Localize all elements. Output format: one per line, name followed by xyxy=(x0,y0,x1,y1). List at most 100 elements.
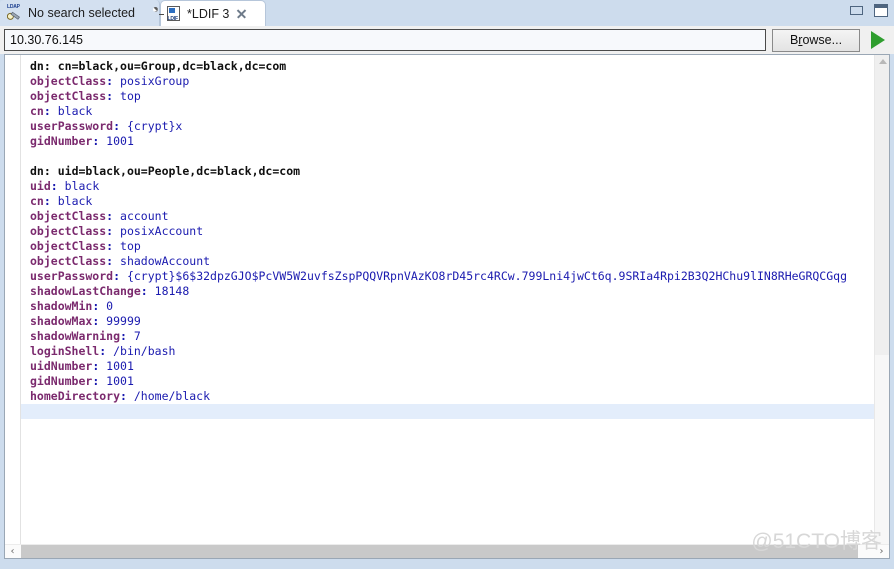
maximize-icon[interactable] xyxy=(874,4,888,17)
ldif-colon: : xyxy=(44,104,58,118)
horizontal-scrollbar-thumb[interactable] xyxy=(21,545,858,558)
ldif-dn-line[interactable]: dn: cn=black,ou=Group,dc=black,dc=com xyxy=(21,59,874,74)
ldif-dn-line[interactable]: dn: uid=black,ou=People,dc=black,dc=com xyxy=(21,164,874,179)
ldif-attribute-value: /bin/bash xyxy=(113,344,175,358)
ldif-attribute-value: 7 xyxy=(134,329,141,343)
ldif-colon: : xyxy=(92,374,106,388)
magnifier-glyph xyxy=(7,10,22,20)
ldif-attribute-value: account xyxy=(120,209,168,223)
ldif-attribute-line[interactable]: objectClass: posixAccount xyxy=(21,224,874,239)
ldap-browser-window: LDAP No search selected LDIF *LDIF 3 xyxy=(0,0,894,569)
ldif-attribute-value: /home/black xyxy=(134,389,210,403)
vertical-scrollbar-thumb[interactable] xyxy=(875,55,890,355)
ldif-attribute-name: uid xyxy=(30,179,51,193)
ldif-editor: dn: cn=black,ou=Group,dc=black,dc=comobj… xyxy=(4,54,890,559)
close-icon[interactable] xyxy=(236,8,247,19)
ldif-attribute-line[interactable]: shadowWarning: 7 xyxy=(21,329,874,344)
ldif-colon: : xyxy=(113,269,127,283)
ldif-attribute-value: 0 xyxy=(106,299,113,313)
ldif-attribute-line[interactable]: shadowMin: 0 xyxy=(21,299,874,314)
editor-gutter[interactable] xyxy=(5,55,21,558)
ldif-attribute-name: gidNumber xyxy=(30,374,92,388)
ldif-attribute-value: cn=black,ou=Group,dc=black,dc=com xyxy=(58,59,286,73)
tab-ldif-3[interactable]: LDIF *LDIF 3 xyxy=(160,0,266,26)
ldif-attribute-name: shadowMin xyxy=(30,299,92,313)
ldif-colon: : xyxy=(44,164,58,178)
tab-label: *LDIF 3 xyxy=(187,7,229,21)
chevron-up-icon[interactable] xyxy=(879,59,887,64)
tab-bar: LDAP No search selected LDIF *LDIF 3 xyxy=(0,0,894,26)
ldif-attribute-name: objectClass xyxy=(30,89,106,103)
ldif-document-icon-label: LDIF xyxy=(168,16,178,22)
ldif-attribute-line[interactable]: homeDirectory: /home/black xyxy=(21,389,874,404)
ldif-attribute-name: uidNumber xyxy=(30,359,92,373)
ldif-attribute-line[interactable]: cn: black xyxy=(21,194,874,209)
horizontal-scrollbar[interactable]: ‹ › xyxy=(5,544,889,558)
window-controls xyxy=(850,4,888,17)
ldif-attribute-line[interactable]: objectClass: account xyxy=(21,209,874,224)
ldif-attribute-line[interactable]: cn: black xyxy=(21,104,874,119)
ldif-colon: : xyxy=(106,89,120,103)
ldif-attribute-value: 1001 xyxy=(106,359,134,373)
ldif-attribute-name: homeDirectory xyxy=(30,389,120,403)
ldif-attribute-value: top xyxy=(120,89,141,103)
ldif-attribute-value: 99999 xyxy=(106,314,141,328)
ldif-colon: : xyxy=(51,179,65,193)
ldif-attribute-line[interactable]: shadowMax: 99999 xyxy=(21,314,874,329)
ldif-colon: : xyxy=(44,194,58,208)
ldif-attribute-name: objectClass xyxy=(30,209,106,223)
ldif-colon: : xyxy=(99,344,113,358)
ldap-search-icon: LDAP xyxy=(6,5,23,21)
ldif-blank-line[interactable] xyxy=(21,404,874,419)
ldif-attribute-line[interactable]: objectClass: top xyxy=(21,89,874,104)
ldif-attribute-name: shadowMax xyxy=(30,314,92,328)
connection-toolbar: Browse... xyxy=(0,26,894,54)
ldif-attribute-line[interactable]: gidNumber: 1001 xyxy=(21,374,874,389)
ldif-colon: : xyxy=(120,389,134,403)
scroll-right-icon[interactable]: › xyxy=(874,545,889,558)
ldif-colon: : xyxy=(106,254,120,268)
ldif-colon: : xyxy=(92,314,106,328)
ldif-attribute-name: cn xyxy=(30,104,44,118)
ldif-attribute-value: 1001 xyxy=(106,374,134,388)
ldif-attribute-line[interactable]: uid: black xyxy=(21,179,874,194)
ldif-attribute-line[interactable]: objectClass: shadowAccount xyxy=(21,254,874,269)
ldif-blank-line[interactable] xyxy=(21,149,874,164)
ldif-colon: : xyxy=(92,299,106,313)
ldif-attribute-name: userPassword xyxy=(30,119,113,133)
ldif-attribute-line[interactable]: objectClass: top xyxy=(21,239,874,254)
ldif-colon: : xyxy=(92,359,106,373)
ldif-attribute-value: 18148 xyxy=(155,284,190,298)
ldif-attribute-value: {crypt}$6$32dpzGJO$PcVW5W2uvfsZspPQQVRpn… xyxy=(127,269,847,283)
ldif-attribute-value: {crypt}x xyxy=(127,119,182,133)
ldif-attribute-name: objectClass xyxy=(30,74,106,88)
ldif-colon: : xyxy=(106,74,120,88)
ldif-colon: : xyxy=(141,284,155,298)
ldif-attribute-line[interactable]: userPassword: {crypt}x xyxy=(21,119,874,134)
minimize-icon[interactable] xyxy=(850,6,863,15)
ldif-attribute-name: objectClass xyxy=(30,254,106,268)
scroll-left-icon[interactable]: ‹ xyxy=(5,545,20,558)
ldif-attribute-line[interactable]: gidNumber: 1001 xyxy=(21,134,874,149)
tab-no-search-selected[interactable]: LDAP No search selected xyxy=(0,0,160,26)
play-icon xyxy=(871,31,885,49)
ldif-attribute-line[interactable]: uidNumber: 1001 xyxy=(21,359,874,374)
ldif-attribute-value: shadowAccount xyxy=(120,254,210,268)
ldif-attribute-line[interactable]: objectClass: posixGroup xyxy=(21,74,874,89)
ldif-source-text[interactable]: dn: cn=black,ou=Group,dc=black,dc=comobj… xyxy=(21,55,874,544)
ldif-attribute-name: dn xyxy=(30,59,44,73)
ldif-attribute-name: objectClass xyxy=(30,224,106,238)
ldif-attribute-line[interactable]: loginShell: /bin/bash xyxy=(21,344,874,359)
ldif-attribute-line[interactable]: userPassword: {crypt}$6$32dpzGJO$PcVW5W2… xyxy=(21,269,874,284)
ldap-host-input[interactable] xyxy=(4,29,766,51)
ldif-colon: : xyxy=(120,329,134,343)
ldif-attribute-value: posixAccount xyxy=(120,224,203,238)
ldif-attribute-value: black xyxy=(65,179,100,193)
ldif-attribute-line[interactable]: shadowLastChange: 18148 xyxy=(21,284,874,299)
ldif-attribute-name: userPassword xyxy=(30,269,113,283)
vertical-scrollbar[interactable] xyxy=(874,55,889,544)
browse-button[interactable]: Browse... xyxy=(772,29,860,52)
ldif-colon: : xyxy=(106,209,120,223)
execute-button[interactable] xyxy=(866,28,890,52)
ldif-attribute-name: loginShell xyxy=(30,344,99,358)
